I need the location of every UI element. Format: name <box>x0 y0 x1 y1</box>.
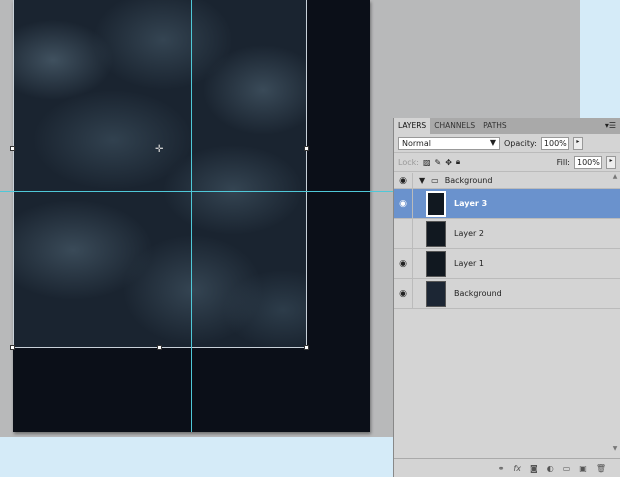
opacity-slider-button[interactable]: ▸ <box>572 136 583 150</box>
lock-label: Lock: <box>398 157 419 167</box>
opacity-label: Opacity: <box>504 138 537 148</box>
layer-thumbnail <box>426 250 446 277</box>
layer-name: Layer 1 <box>454 259 484 268</box>
layer-name: Layer 3 <box>454 199 488 208</box>
folder-icon: ▭ <box>431 176 439 185</box>
scrollbar[interactable]: ▲ ▼ <box>610 173 620 458</box>
layers-list: ◉ ▼ ▭ Background ◉ Layer 3 Layer 2 ◉ Lay… <box>394 173 620 458</box>
layers-panel: LAYERS CHANNELS PATHS ▾☰ Normal ▼ Opacity… <box>393 118 620 477</box>
layer-thumbnail <box>426 280 446 307</box>
lock-position-icon[interactable]: ✥ <box>445 158 452 167</box>
layer-row[interactable]: ◉ Layer 1 <box>394 249 620 279</box>
eye-icon[interactable]: ◉ <box>394 173 413 188</box>
tab-layers[interactable]: LAYERS <box>394 118 431 134</box>
layer-name: Background <box>454 289 502 298</box>
transform-handle[interactable] <box>157 345 162 350</box>
layer-thumbnail <box>426 220 446 247</box>
fill-input[interactable]: 100% <box>574 155 602 169</box>
lock-all-icon[interactable]: 🔒︎ <box>456 157 460 167</box>
visibility-toggle[interactable] <box>394 219 413 248</box>
layer-name: Layer 2 <box>454 229 484 238</box>
expand-triangle-icon[interactable]: ▼ <box>419 176 425 185</box>
layer-name: Background <box>444 176 493 185</box>
lock-image-icon[interactable]: ✎ <box>435 158 442 167</box>
fx-icon[interactable]: fx <box>513 464 521 473</box>
new-layer-icon[interactable]: ▣ <box>579 464 587 473</box>
transform-handle[interactable] <box>10 345 15 350</box>
transform-handle[interactable] <box>304 146 309 151</box>
eye-icon[interactable]: ◉ <box>394 249 413 278</box>
folder-icon[interactable]: ▭ <box>563 464 571 473</box>
tab-channels[interactable]: CHANNELS <box>430 118 479 134</box>
guide-horizontal[interactable] <box>0 191 393 192</box>
opacity-input[interactable]: 100% <box>540 136 569 150</box>
fill-label: Fill: <box>556 157 570 167</box>
layer-row[interactable]: ◉ Background <box>394 279 620 309</box>
eye-icon[interactable]: ◉ <box>394 189 413 218</box>
eye-icon[interactable]: ◉ <box>394 279 413 308</box>
fill-slider-button[interactable]: ▸ <box>606 155 616 169</box>
chevron-down-icon: ▼ <box>489 137 496 147</box>
trash-icon[interactable]: 🗑︎ <box>596 464 606 473</box>
transform-handle[interactable] <box>304 345 309 350</box>
adjustment-icon[interactable]: ◐ <box>547 464 554 473</box>
blend-mode-select[interactable]: Normal ▼ <box>398 136 500 150</box>
tab-paths[interactable]: PATHS <box>479 118 511 134</box>
layer-group[interactable]: ◉ ▼ ▭ Background <box>394 173 620 189</box>
guide-vertical[interactable] <box>191 0 192 432</box>
layer-thumbnail <box>426 190 446 217</box>
layer-row[interactable]: Layer 2 <box>394 219 620 249</box>
mask-icon[interactable]: ◙ <box>530 464 538 473</box>
link-icon[interactable]: ⚭ <box>498 464 505 473</box>
blend-mode-value: Normal <box>402 138 431 148</box>
transform-handle[interactable] <box>10 146 15 151</box>
lock-transparent-icon[interactable]: ▨ <box>423 158 431 167</box>
reference-point-icon[interactable]: ✛ <box>155 144 163 155</box>
transform-bounding-box[interactable] <box>13 0 307 348</box>
panel-menu-icon[interactable]: ▾☰ <box>605 121 616 130</box>
layer-row[interactable]: ◉ Layer 3 <box>394 189 620 219</box>
